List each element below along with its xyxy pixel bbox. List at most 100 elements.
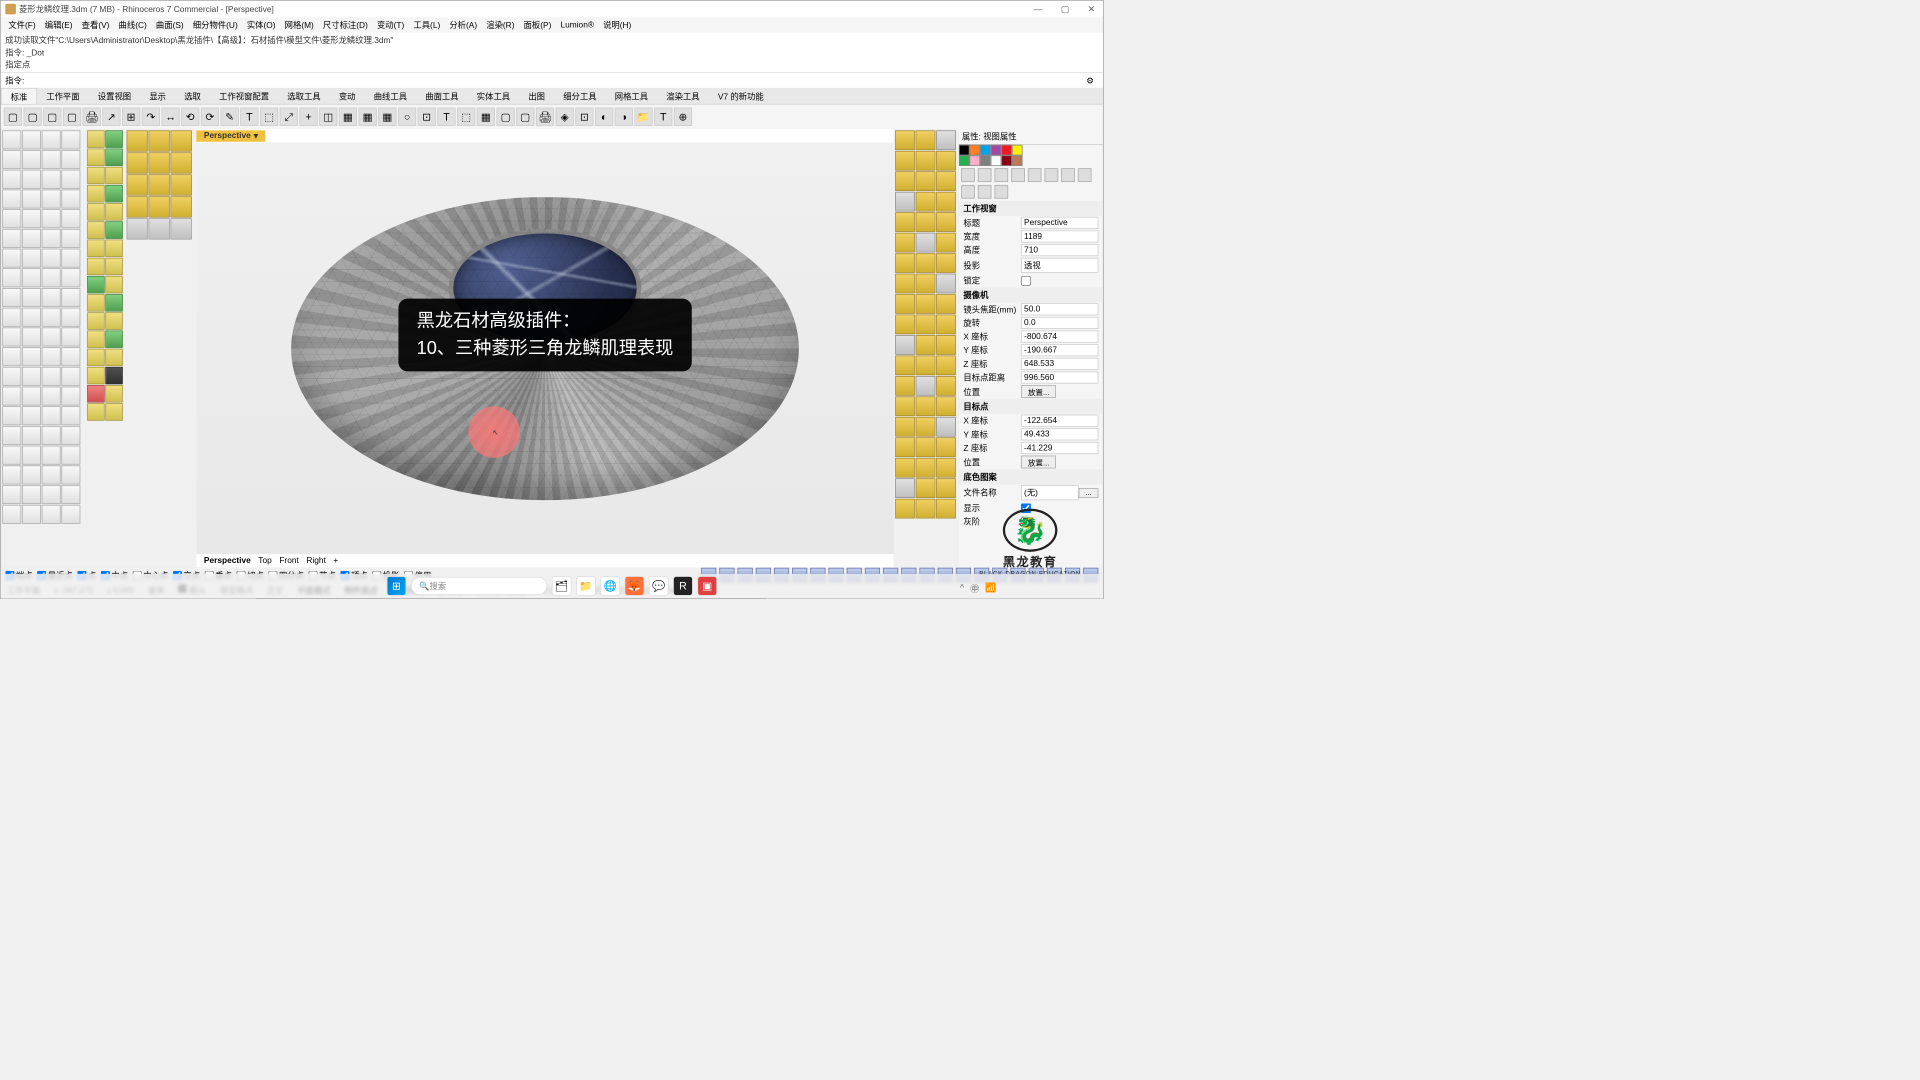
right-tool[interactable] <box>916 478 936 498</box>
tool-button[interactable] <box>2 465 21 484</box>
plugin-tool[interactable] <box>105 221 122 238</box>
right-tool[interactable] <box>936 233 956 253</box>
ribbon-tab[interactable]: 细分工具 <box>554 88 606 104</box>
tool-button[interactable] <box>2 505 21 524</box>
prop-tab-icon[interactable] <box>1078 168 1092 182</box>
right-tool[interactable] <box>895 396 915 416</box>
right-tool[interactable] <box>936 212 956 232</box>
menu-item[interactable]: 分析(A) <box>445 19 482 31</box>
ribbon-button[interactable]: ⬚ <box>457 108 475 126</box>
ribbon-button[interactable]: + <box>299 108 317 126</box>
plugin-tool[interactable] <box>105 294 122 311</box>
plugin-tool[interactable] <box>87 367 104 384</box>
right-tool[interactable] <box>895 478 915 498</box>
tool-button[interactable] <box>2 190 21 209</box>
ribbon-button[interactable]: ↗ <box>102 108 120 126</box>
right-tool[interactable] <box>936 417 956 437</box>
taskbar-app-4[interactable]: 🦊 <box>625 576 645 596</box>
extra-tool[interactable] <box>127 152 148 173</box>
extra-tool[interactable] <box>171 174 192 195</box>
viewport[interactable]: 黑龙石材高级插件： 10、三种菱形三角龙鳞肌理表现 <box>196 143 893 555</box>
taskbar-app-3[interactable]: 🌐 <box>600 576 620 596</box>
wallpaper-browse-button[interactable]: ... <box>1078 488 1098 498</box>
plugin-tool[interactable] <box>105 276 122 293</box>
plugin-tool[interactable] <box>105 349 122 366</box>
ribbon-tab[interactable]: 渲染工具 <box>657 88 709 104</box>
ribbon-tab[interactable]: 出图 <box>519 88 554 104</box>
tool-button[interactable] <box>61 505 80 524</box>
ribbon-button[interactable]: ▦ <box>339 108 357 126</box>
ribbon-button[interactable]: ⊞ <box>122 108 140 126</box>
color-swatch[interactable] <box>1012 155 1023 166</box>
color-swatch[interactable] <box>969 145 980 156</box>
plugin-tool[interactable] <box>105 367 122 384</box>
ribbon-button[interactable]: ◈ <box>556 108 574 126</box>
tool-button[interactable] <box>2 268 21 287</box>
plugin-tool[interactable] <box>105 185 122 202</box>
right-tool[interactable] <box>916 294 936 314</box>
right-tool[interactable] <box>895 151 915 171</box>
menu-item[interactable]: 尺寸标注(D) <box>318 19 372 31</box>
tool-button[interactable] <box>61 485 80 504</box>
prop-target-y[interactable]: 49.433 <box>1021 428 1098 440</box>
ribbon-button[interactable]: ▢ <box>63 108 81 126</box>
plugin-tool[interactable] <box>87 130 104 147</box>
right-tool[interactable] <box>936 171 956 191</box>
color-swatch[interactable] <box>980 145 991 156</box>
right-tool[interactable] <box>895 171 915 191</box>
extra-tool[interactable] <box>127 218 148 239</box>
ribbon-button[interactable]: 🖨 <box>536 108 554 126</box>
menu-item[interactable]: 文件(F) <box>4 19 40 31</box>
right-tool[interactable] <box>895 376 915 396</box>
plugin-tool[interactable] <box>87 276 104 293</box>
plugin-tool[interactable] <box>87 240 104 257</box>
extra-tool[interactable] <box>149 174 170 195</box>
prop-lock-checkbox[interactable] <box>1021 276 1031 286</box>
right-tool[interactable] <box>916 335 936 355</box>
prop-cam-x[interactable]: -800.674 <box>1021 330 1098 342</box>
ribbon-button[interactable]: ▦ <box>378 108 396 126</box>
right-tool[interactable] <box>936 458 956 478</box>
tool-button[interactable] <box>61 229 80 248</box>
taskbar-app-7[interactable]: ▣ <box>697 576 717 596</box>
tool-button[interactable] <box>42 367 61 386</box>
tool-button[interactable] <box>61 130 80 149</box>
ribbon-tab[interactable]: 实体工具 <box>468 88 520 104</box>
minimize-button[interactable]: — <box>1031 4 1046 15</box>
tool-button[interactable] <box>42 249 61 268</box>
ribbon-button[interactable]: ◑ <box>615 108 633 126</box>
ribbon-button[interactable]: ▢ <box>516 108 534 126</box>
tool-button[interactable] <box>22 426 41 445</box>
menu-item[interactable]: 变动(T) <box>372 19 408 31</box>
right-tool[interactable] <box>936 130 956 150</box>
command-input[interactable] <box>27 76 1082 85</box>
plugin-tool[interactable] <box>105 385 122 402</box>
plugin-tool[interactable] <box>105 203 122 220</box>
prop-distance[interactable]: 996.560 <box>1021 371 1098 383</box>
right-tool[interactable] <box>895 417 915 437</box>
color-swatch[interactable] <box>1001 155 1012 166</box>
taskbar-search[interactable]: 🔍 搜索 <box>411 577 547 595</box>
tool-button[interactable] <box>2 229 21 248</box>
right-tool[interactable] <box>936 478 956 498</box>
prop-tab-icon[interactable] <box>978 185 992 199</box>
plugin-tool[interactable] <box>87 385 104 402</box>
menu-item[interactable]: 说明(H) <box>599 19 636 31</box>
plugin-tool[interactable] <box>105 258 122 275</box>
tool-button[interactable] <box>2 446 21 465</box>
right-tool[interactable] <box>916 233 936 253</box>
ribbon-tab[interactable]: 标准 <box>1 88 37 104</box>
tool-button[interactable] <box>42 308 61 327</box>
tool-button[interactable] <box>2 209 21 228</box>
right-tool[interactable] <box>936 499 956 519</box>
right-tool[interactable] <box>895 356 915 376</box>
menu-item[interactable]: 面板(P) <box>519 19 556 31</box>
tool-button[interactable] <box>42 327 61 346</box>
ribbon-button[interactable]: ◐ <box>595 108 613 126</box>
right-tool[interactable] <box>936 335 956 355</box>
right-tool[interactable] <box>895 294 915 314</box>
tool-button[interactable] <box>61 249 80 268</box>
tool-button[interactable] <box>42 288 61 307</box>
ribbon-button[interactable]: ✎ <box>221 108 239 126</box>
tool-button[interactable] <box>2 130 21 149</box>
